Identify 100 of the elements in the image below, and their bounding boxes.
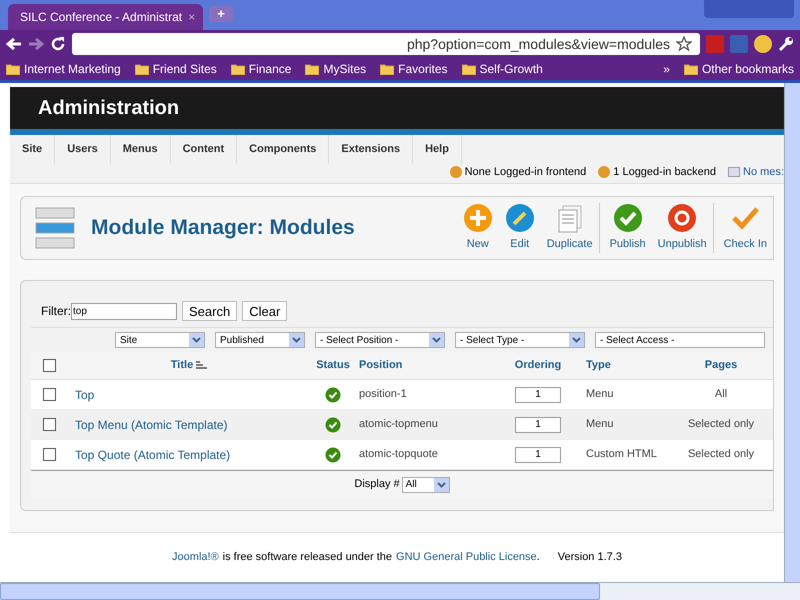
plus-icon (462, 203, 493, 234)
folder-icon (684, 63, 698, 75)
users-icon (450, 166, 462, 178)
reload-icon[interactable] (50, 36, 66, 52)
scrollbar-thumb[interactable] (0, 583, 600, 600)
menu-item[interactable]: Users (55, 135, 111, 164)
select-all-checkbox[interactable] (42, 359, 56, 372)
module-title-link[interactable]: Top Quote (Atomic Template) (67, 446, 311, 464)
filter-dropdown[interactable]: Site (115, 332, 205, 348)
toolbar-button[interactable]: New (456, 203, 499, 253)
envelope-icon (728, 166, 740, 177)
filter-dropdown[interactable]: - Select Access - (595, 332, 765, 348)
table-cell-text: atomic-topquote (358, 447, 439, 462)
folder-icon (380, 63, 394, 75)
star-icon[interactable] (676, 36, 692, 52)
forward-icon[interactable] (28, 37, 44, 51)
filter-dropdown[interactable]: Published (215, 332, 305, 348)
address-bar[interactable]: php?option=com_modules&view=modules (72, 33, 700, 55)
row-checkbox[interactable] (42, 448, 56, 461)
users-icon (598, 166, 610, 178)
column-header[interactable]: Position (355, 357, 492, 374)
column-header[interactable]: Status (311, 357, 355, 374)
browser-tab[interactable]: SILC Conference - Administrat × (8, 4, 203, 30)
dropdown-caret-icon (429, 333, 444, 347)
module-title-link[interactable]: Top (67, 386, 311, 404)
table-cell-text: atomic-topmenu (358, 417, 439, 432)
display-dropdown[interactable]: All (402, 476, 450, 492)
dropdown-caret-icon (189, 333, 204, 347)
menu-item[interactable]: Menus (110, 135, 171, 164)
horizontal-scrollbar[interactable] (0, 582, 800, 600)
published-check-icon[interactable] (325, 386, 341, 402)
dropdown-caret-icon (434, 478, 449, 492)
column-header[interactable]: Ordering (492, 357, 584, 374)
table-cell-text: Selected only (686, 417, 756, 432)
folder-icon (305, 63, 320, 75)
footer-period: . (536, 550, 540, 566)
menu-item[interactable]: Extensions (329, 135, 414, 164)
row-checkbox[interactable] (42, 388, 56, 401)
published-check-icon[interactable] (325, 446, 341, 462)
filter-label: Filter: (41, 303, 71, 320)
messages-link[interactable]: No mes: (728, 164, 784, 180)
filter-dropdown[interactable]: - Select Position - (315, 332, 445, 348)
display-label: Display # (354, 477, 400, 492)
published-check-icon[interactable] (325, 416, 341, 432)
menu-item[interactable]: Site (10, 135, 56, 164)
header-title: Administration (38, 96, 180, 121)
tab-close[interactable]: × (188, 8, 196, 26)
menu-item[interactable]: Components (237, 135, 330, 164)
clear-button[interactable]: Clear (242, 301, 288, 321)
sort-icon (196, 361, 208, 370)
table-cell-text: Selected only (686, 447, 756, 462)
bookmark[interactable]: Self-Growth (462, 60, 543, 78)
joomla-link[interactable]: Joomla!® (172, 549, 219, 566)
backend-users-status: 1 Logged-in backend (598, 164, 716, 180)
footer-text: is free software released under the (222, 550, 392, 566)
bookmark[interactable]: Favorites (380, 60, 448, 78)
column-header[interactable]: Type (584, 357, 676, 374)
module-title-link[interactable]: Top Menu (Atomic Template) (67, 416, 311, 434)
toolbar-button[interactable]: Duplicate (540, 203, 599, 253)
folder-icon (6, 63, 20, 75)
new-tab-button[interactable]: + (209, 6, 233, 22)
table-cell-text: position-1 (358, 387, 408, 402)
version-text: Version 1.7.3 (558, 550, 622, 566)
toolbar-button[interactable]: Publish (604, 203, 652, 253)
filter-field[interactable]: top (71, 302, 177, 320)
toolbar-button[interactable]: Unpublish (652, 203, 713, 253)
back-icon[interactable] (6, 37, 22, 51)
menu-item[interactable]: Help (413, 135, 462, 164)
wrench-icon[interactable] (778, 36, 794, 52)
folder-icon (230, 63, 245, 75)
bookmark[interactable]: MySites (305, 60, 366, 78)
folder-icon (462, 63, 476, 75)
dropdown-caret-icon (289, 333, 304, 347)
table-cell-text: Menu (585, 417, 615, 432)
toolbar-button[interactable]: Check In (718, 203, 773, 253)
column-header[interactable]: Pages (676, 357, 766, 374)
table-cell-text: Custom HTML (585, 447, 658, 462)
vertical-scrollbar[interactable] (784, 83, 800, 582)
stop-circle-icon (667, 203, 698, 234)
tab-title: SILC Conference - Administrat (20, 9, 182, 26)
ordering-field[interactable]: 1 (515, 446, 561, 462)
dropdown-caret-icon (569, 333, 584, 347)
bookmark[interactable]: Other bookmarks (684, 60, 794, 78)
page-title: Module Manager: Modules (91, 215, 355, 242)
ordering-field[interactable]: 1 (515, 386, 561, 402)
menu-item[interactable]: Content (170, 135, 238, 164)
bookmark[interactable]: Finance (230, 60, 292, 78)
toolbar-button[interactable]: Edit (498, 203, 541, 253)
bookmark[interactable]: Internet Marketing (6, 60, 121, 78)
filter-dropdown[interactable]: - Select Type - (455, 332, 585, 348)
column-header[interactable]: Title (170, 357, 194, 374)
frontend-users-status: None Logged-in frontend (450, 164, 586, 180)
bookmarks-overflow[interactable]: » (663, 60, 670, 78)
row-checkbox[interactable] (42, 418, 56, 431)
bookmark[interactable]: Friend Sites (134, 60, 217, 78)
check-circle-icon (612, 203, 643, 234)
license-link[interactable]: GNU General Public License (396, 549, 537, 566)
folder-icon (134, 63, 149, 75)
ordering-field[interactable]: 1 (515, 416, 561, 432)
search-button[interactable]: Search (182, 301, 238, 321)
